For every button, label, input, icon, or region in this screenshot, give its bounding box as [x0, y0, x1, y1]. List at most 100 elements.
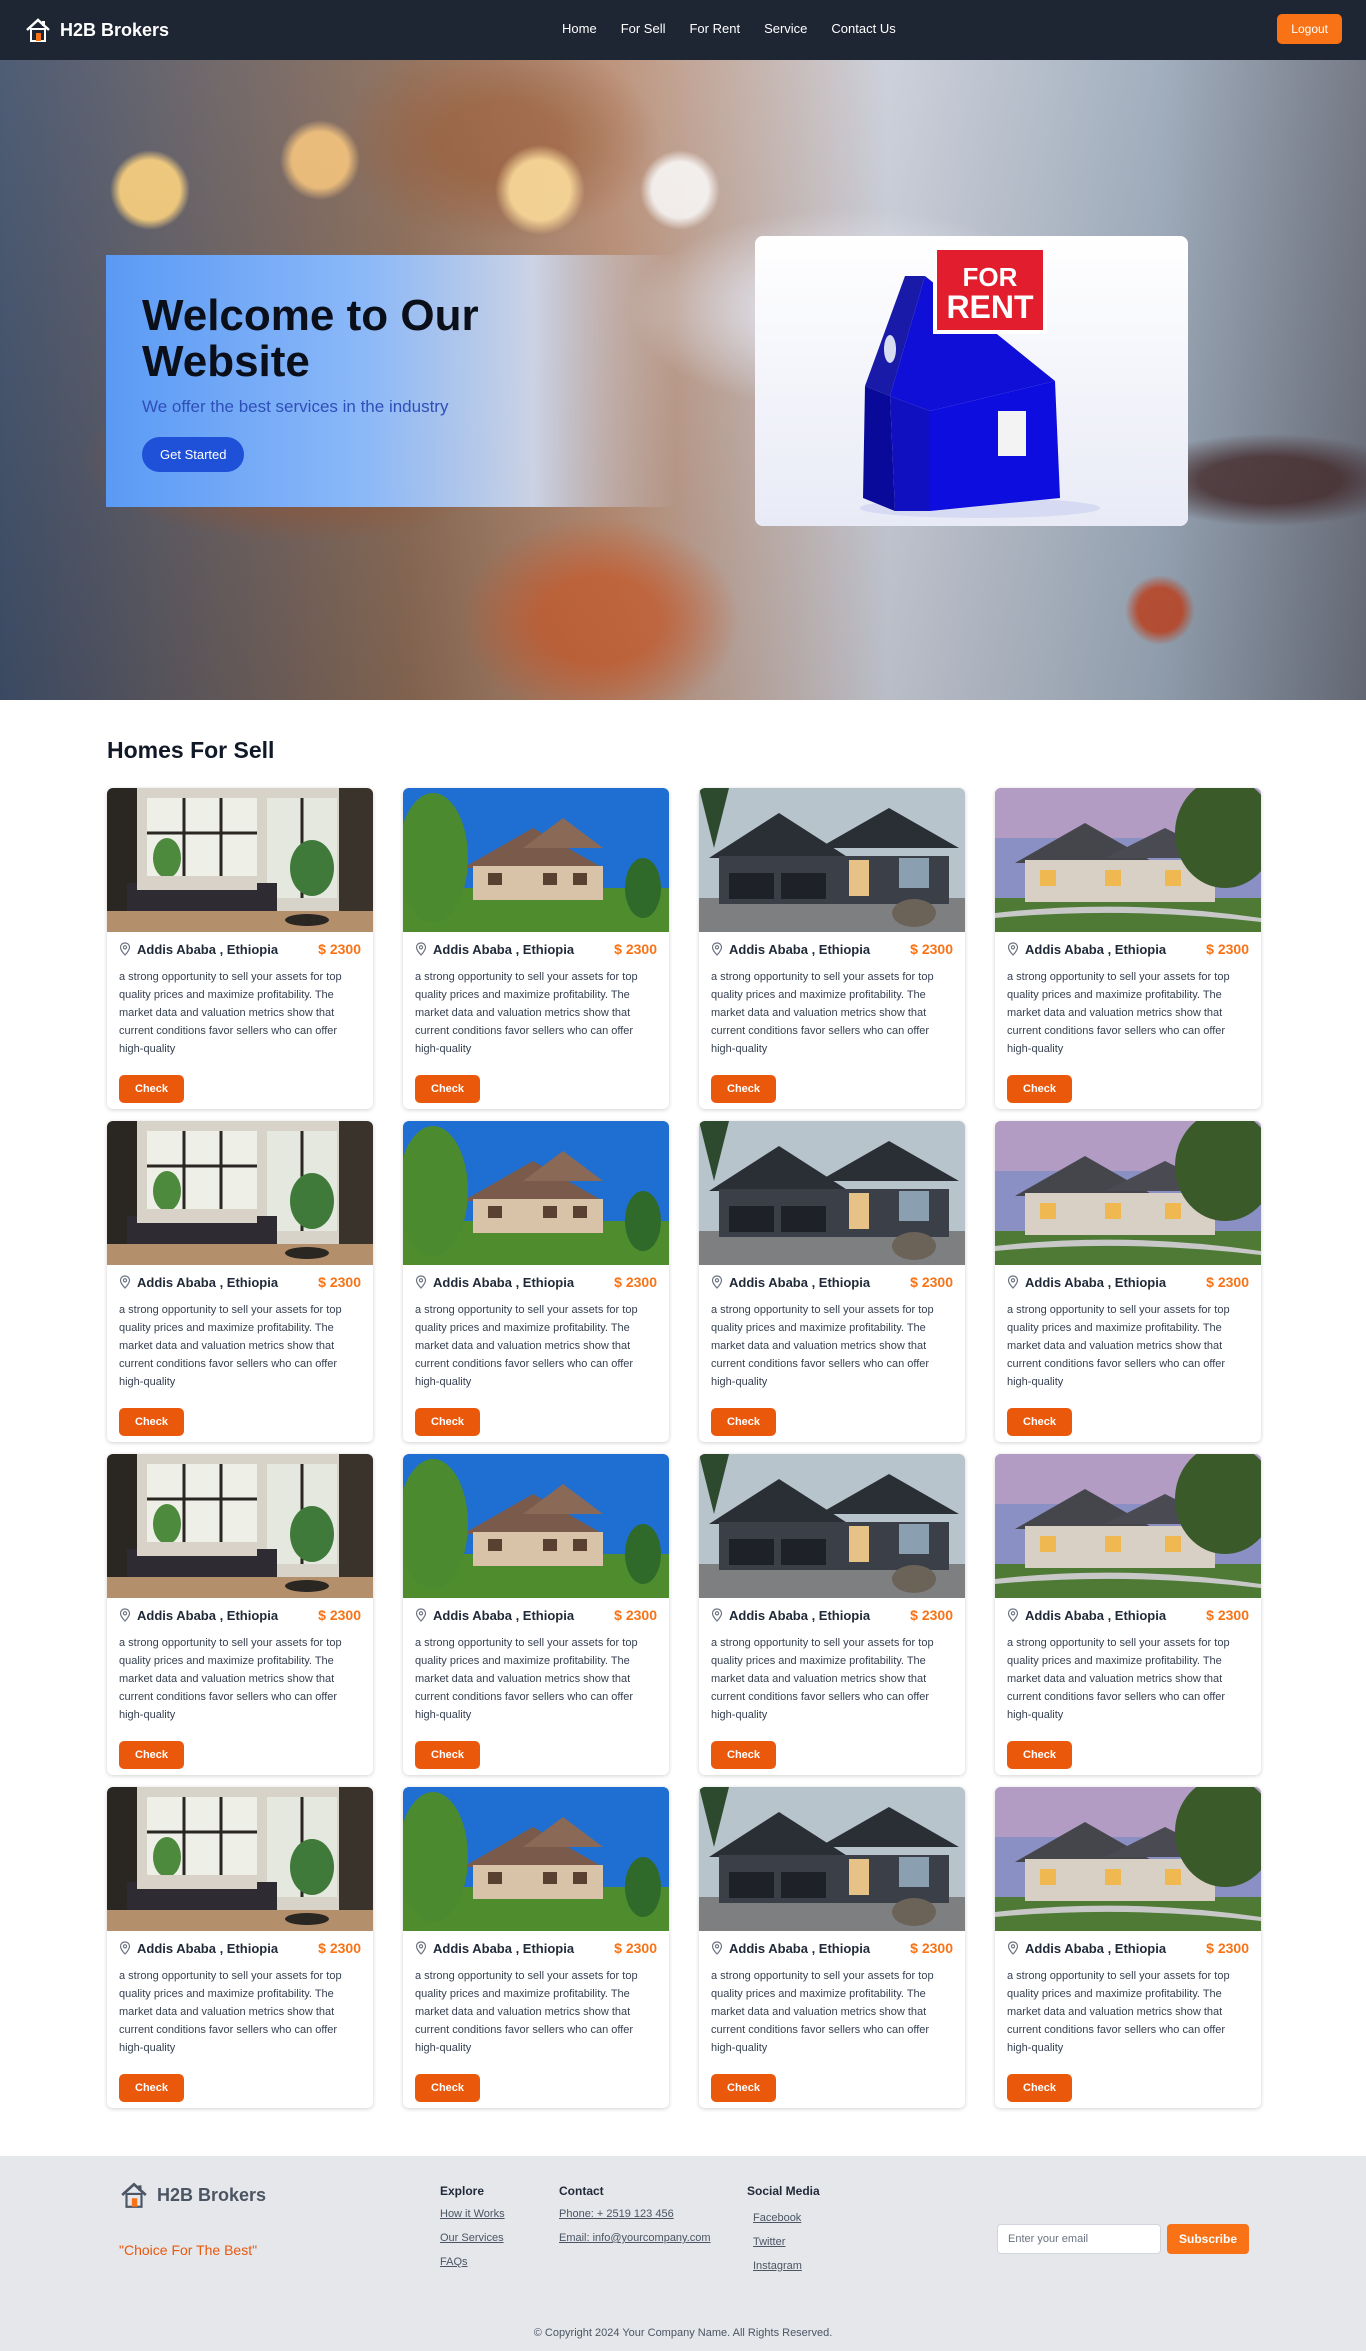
- footer-phone-link[interactable]: Phone: + 2519 123 456: [559, 2208, 711, 2220]
- footer-contact-heading: Contact: [559, 2184, 604, 2198]
- listing-price: $ 2300: [1206, 1607, 1249, 1623]
- listing-price: $ 2300: [910, 1274, 953, 1290]
- brand-name: H2B Brokers: [60, 19, 170, 40]
- listing-meta: Addis Ababa , Ethiopia $ 2300: [699, 940, 965, 958]
- listing-location-text: Addis Ababa , Ethiopia: [729, 941, 871, 957]
- top-navbar: H2B Brokers Home For Sell For Rent Servi…: [0, 0, 1366, 60]
- listing-location-text: Addis Ababa , Ethiopia: [433, 1607, 575, 1623]
- location-pin-icon: [415, 1275, 427, 1289]
- footer-explore-column: Explore How it Works Our Services FAQs: [440, 2184, 505, 2280]
- listing-photo-dark-modern-house: [699, 1454, 965, 1598]
- nav-link-service[interactable]: Service: [764, 21, 807, 36]
- check-button[interactable]: Check: [1007, 2074, 1073, 2102]
- check-button[interactable]: Check: [1007, 1408, 1073, 1436]
- listing-grid: Addis Ababa , Ethiopia $ 2300 a strong o…: [107, 788, 1261, 2108]
- listing-meta: Addis Ababa , Ethiopia $ 2300: [107, 940, 373, 958]
- listing-description: a strong opportunity to sell your assets…: [415, 971, 638, 1055]
- listing-description: a strong opportunity to sell your assets…: [1007, 1637, 1230, 1721]
- footer-link-how-it-works[interactable]: How it Works: [440, 2208, 505, 2220]
- footer-email-link[interactable]: Email: info@yourcompany.com: [559, 2232, 711, 2244]
- listing-meta: Addis Ababa , Ethiopia $ 2300: [995, 1273, 1261, 1291]
- listing-card: Addis Ababa , Ethiopia $ 2300 a strong o…: [403, 1787, 669, 2108]
- location-pin-icon: [415, 1608, 427, 1622]
- listing-price: $ 2300: [614, 941, 657, 957]
- listing-card: Addis Ababa , Ethiopia $ 2300 a strong o…: [699, 1787, 965, 2108]
- check-button[interactable]: Check: [711, 2074, 777, 2102]
- listing-location: Addis Ababa , Ethiopia: [1007, 1941, 1166, 1956]
- listing-price: $ 2300: [614, 1607, 657, 1623]
- footer-link-faqs[interactable]: FAQs: [440, 2256, 505, 2268]
- nav-link-contact-us[interactable]: Contact Us: [831, 21, 895, 36]
- footer-link-twitter[interactable]: Twitter: [753, 2236, 820, 2248]
- listing-card: Addis Ababa , Ethiopia $ 2300 a strong o…: [995, 1454, 1261, 1775]
- check-button[interactable]: Check: [415, 1408, 481, 1436]
- listing-description: a strong opportunity to sell your assets…: [711, 1304, 934, 1388]
- location-pin-icon: [119, 1275, 131, 1289]
- newsletter-email-input[interactable]: [997, 2224, 1161, 2254]
- check-button[interactable]: Check: [711, 1741, 777, 1769]
- listing-photo-brick-house-blue-sky: [403, 788, 669, 932]
- check-button[interactable]: Check: [1007, 1741, 1073, 1769]
- footer-link-facebook[interactable]: Facebook: [753, 2212, 820, 2224]
- nav-link-for-rent[interactable]: For Rent: [689, 21, 740, 36]
- check-button[interactable]: Check: [415, 2074, 481, 2102]
- get-started-button[interactable]: Get Started: [142, 437, 245, 472]
- check-button[interactable]: Check: [119, 2074, 185, 2102]
- listing-meta: Addis Ababa , Ethiopia $ 2300: [107, 1273, 373, 1291]
- listing-photo-interior-living-room: [107, 1787, 373, 1931]
- listing-meta: Addis Ababa , Ethiopia $ 2300: [403, 1939, 669, 1957]
- check-button[interactable]: Check: [119, 1741, 185, 1769]
- listing-meta: Addis Ababa , Ethiopia $ 2300: [995, 1939, 1261, 1957]
- listing-card: Addis Ababa , Ethiopia $ 2300 a strong o…: [699, 1121, 965, 1442]
- listing-price: $ 2300: [318, 1940, 361, 1956]
- footer-link-instagram[interactable]: Instagram: [753, 2260, 820, 2272]
- listing-photo-stone-house-dusk: [995, 788, 1261, 932]
- footer-link-our-services[interactable]: Our Services: [440, 2232, 505, 2244]
- logout-button[interactable]: Logout: [1277, 14, 1342, 44]
- listing-location: Addis Ababa , Ethiopia: [415, 1941, 574, 1956]
- check-button[interactable]: Check: [711, 1075, 777, 1103]
- listing-location-text: Addis Ababa , Ethiopia: [1025, 1607, 1167, 1623]
- check-button[interactable]: Check: [711, 1408, 777, 1436]
- listing-price: $ 2300: [614, 1940, 657, 1956]
- listing-photo-dark-modern-house: [699, 1787, 965, 1931]
- listing-description: a strong opportunity to sell your assets…: [119, 1970, 342, 2054]
- listing-location-text: Addis Ababa , Ethiopia: [137, 1940, 279, 1956]
- house-logo-icon: [121, 2182, 147, 2208]
- copyright-text: © Copyright 2024 Your Company Name. All …: [533, 2327, 833, 2339]
- listing-description: a strong opportunity to sell your assets…: [711, 1970, 934, 2054]
- hero-section: Welcome to Our Website We offer the best…: [0, 60, 1366, 700]
- subscribe-button[interactable]: Subscribe: [1167, 2224, 1250, 2254]
- check-button[interactable]: Check: [119, 1408, 185, 1436]
- location-pin-icon: [119, 1608, 131, 1622]
- listing-location: Addis Ababa , Ethiopia: [415, 942, 574, 957]
- footer-slogan: "Choice For The Best": [119, 2242, 258, 2258]
- listing-photo-dark-modern-house: [699, 788, 965, 932]
- hero-text-panel: Welcome to Our Website We offer the best…: [106, 255, 676, 507]
- check-button[interactable]: Check: [1007, 1075, 1073, 1103]
- listing-description: a strong opportunity to sell your assets…: [119, 1304, 342, 1388]
- listing-location: Addis Ababa , Ethiopia: [1007, 1275, 1166, 1290]
- listing-price: $ 2300: [318, 1607, 361, 1623]
- listing-location-text: Addis Ababa , Ethiopia: [1025, 941, 1167, 957]
- brand-logo-link[interactable]: H2B Brokers: [24, 16, 169, 44]
- nav-link-home[interactable]: Home: [562, 21, 597, 36]
- listing-location-text: Addis Ababa , Ethiopia: [1025, 1940, 1167, 1956]
- check-button[interactable]: Check: [415, 1075, 481, 1103]
- listing-location: Addis Ababa , Ethiopia: [415, 1608, 574, 1623]
- sign-text-for: FOR: [963, 262, 1018, 292]
- listing-location-text: Addis Ababa , Ethiopia: [1025, 1274, 1167, 1290]
- listing-meta: Addis Ababa , Ethiopia $ 2300: [995, 1606, 1261, 1624]
- check-button[interactable]: Check: [415, 1741, 481, 1769]
- listing-card: Addis Ababa , Ethiopia $ 2300 a strong o…: [107, 1121, 373, 1442]
- listing-meta: Addis Ababa , Ethiopia $ 2300: [699, 1939, 965, 1957]
- listing-location: Addis Ababa , Ethiopia: [119, 1275, 278, 1290]
- nav-link-for-sell[interactable]: For Sell: [621, 21, 666, 36]
- listing-card: Addis Ababa , Ethiopia $ 2300 a strong o…: [403, 1121, 669, 1442]
- listing-location-text: Addis Ababa , Ethiopia: [433, 941, 575, 957]
- listing-photo-interior-living-room: [107, 1121, 373, 1265]
- check-button[interactable]: Check: [119, 1075, 185, 1103]
- listing-meta: Addis Ababa , Ethiopia $ 2300: [699, 1273, 965, 1291]
- listing-card: Addis Ababa , Ethiopia $ 2300 a strong o…: [699, 1454, 965, 1775]
- for-rent-house-illustration: FOR RENT: [755, 236, 1188, 526]
